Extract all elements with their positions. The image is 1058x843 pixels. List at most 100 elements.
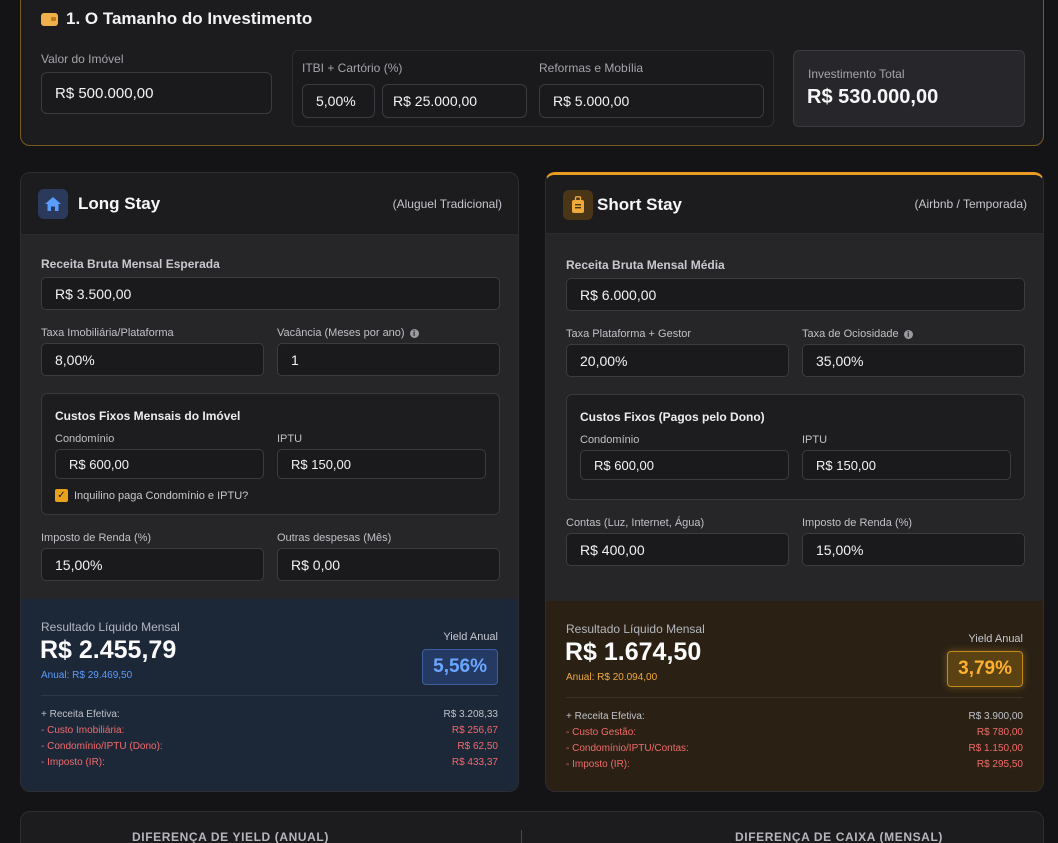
tenant-pays-label: Inquilino paga Condomínio e IPTU? — [74, 489, 249, 502]
short-condo-input[interactable]: R$ 600,00 — [580, 450, 789, 480]
breakdown-row: - Condomínio/IPTU (Dono): R$ 62,50 — [41, 741, 498, 752]
breakdown-label: - Condomínio/IPTU/Contas: — [566, 743, 689, 754]
long-stay-card: Long Stay (Aluguel Tradicional) Receita … — [20, 172, 519, 792]
itbi-label: ITBI + Cartório (%) — [302, 61, 403, 75]
yield-difference-label: DIFERENÇA DE YIELD (ANUAL) — [132, 830, 329, 843]
breakdown-value: R$ 780,00 — [976, 727, 1023, 738]
breakdown-row: + Receita Efetiva: R$ 3.208,33 — [41, 709, 498, 720]
breakdown-label: + Receita Efetiva: — [566, 711, 645, 722]
breakdown-row: + Receita Efetiva: R$ 3.900,00 — [566, 711, 1023, 722]
short-result-value: R$ 1.674,50 — [565, 638, 702, 666]
short-bills-input[interactable]: R$ 400,00 — [566, 533, 789, 566]
total-investment-value: R$ 530.000,00 — [807, 86, 939, 108]
short-tax-label: Imposto de Renda (%) — [802, 517, 913, 529]
property-value-label: Valor do Imóvel — [41, 52, 124, 66]
short-condo-label: Condomínio — [580, 434, 640, 446]
breakdown-label: - Imposto (IR): — [41, 757, 105, 768]
short-fee-input[interactable]: 20,00% — [566, 344, 789, 377]
long-vacancy-input[interactable]: 1 — [277, 343, 500, 376]
long-yield-badge: 5,56% — [422, 649, 498, 685]
long-fixed-costs: Custos Fixos Mensais do Imóvel Condomíni… — [41, 393, 500, 515]
long-fee-label: Taxa Imobiliária/Plataforma — [41, 327, 174, 339]
long-gross-label: Receita Bruta Mensal Esperada — [41, 257, 220, 271]
short-iptu-input[interactable]: R$ 150,00 — [802, 450, 1011, 480]
difference-card: DIFERENÇA DE YIELD (ANUAL) DIFERENÇA DE … — [20, 811, 1044, 843]
breakdown-value: R$ 1.150,00 — [968, 743, 1024, 754]
divider — [521, 830, 522, 843]
breakdown-row: - Imposto (IR): R$ 295,50 — [566, 759, 1023, 770]
short-gross-input[interactable]: R$ 6.000,00 — [566, 278, 1025, 311]
short-yield-label: Yield Anual — [968, 633, 1023, 645]
breakdown-value: R$ 3.208,33 — [443, 709, 499, 720]
long-stay-header: Long Stay (Aluguel Tradicional) — [21, 173, 518, 235]
long-fee-input[interactable]: 8,00% — [41, 343, 264, 376]
breakdown-label: - Custo Gestão: — [566, 727, 637, 738]
checkmark-icon[interactable]: ✓ — [55, 489, 68, 502]
breakdown-label: - Condomínio/IPTU (Dono): — [41, 741, 163, 752]
short-idle-input[interactable]: 35,00% — [802, 344, 1025, 377]
long-condo-input[interactable]: R$ 600,00 — [55, 449, 264, 479]
long-stay-subtitle: (Aluguel Tradicional) — [392, 197, 502, 211]
fees-group: ITBI + Cartório (%) 5,00% R$ 25.000,00 R… — [292, 50, 774, 127]
short-stay-card: Short Stay (Airbnb / Temporada) Receita … — [545, 172, 1044, 792]
breakdown-row: - Custo Gestão: R$ 780,00 — [566, 727, 1023, 738]
info-icon[interactable]: i — [903, 329, 913, 339]
long-stay-result: Resultado Líquido Mensal R$ 2.455,79 Anu… — [21, 599, 518, 791]
long-annual-value: Anual: R$ 29.469,50 — [41, 670, 133, 681]
long-result-label: Resultado Líquido Mensal — [41, 620, 180, 634]
renovation-input[interactable]: R$ 5.000,00 — [539, 84, 764, 118]
investment-title: 1. O Tamanho do Investimento — [41, 9, 312, 29]
long-yield-label: Yield Anual — [443, 631, 498, 643]
short-yield-badge: 3,79% — [947, 651, 1023, 687]
long-other-label: Outras despesas (Mês) — [277, 532, 392, 544]
long-fixed-title: Custos Fixos Mensais do Imóvel — [55, 409, 241, 423]
long-iptu-label: IPTU — [277, 433, 303, 445]
breakdown-value: R$ 433,37 — [451, 757, 498, 768]
itbi-amount-input[interactable]: R$ 25.000,00 — [382, 84, 527, 118]
house-icon — [38, 189, 68, 219]
tenant-pays-checkbox[interactable]: ✓ Inquilino paga Condomínio e IPTU? — [55, 489, 248, 502]
renovation-label: Reformas e Mobília — [539, 61, 644, 75]
long-vacancy-label-text: Vacância (Meses por ano) — [277, 327, 405, 339]
short-result-label: Resultado Líquido Mensal — [566, 622, 705, 636]
divider — [566, 697, 1023, 698]
breakdown-row: - Custo Imobiliária: R$ 256,67 — [41, 725, 498, 736]
short-fixed-costs: Custos Fixos (Pagos pelo Dono) Condomíni… — [566, 394, 1025, 500]
short-iptu-label: IPTU — [802, 434, 828, 446]
property-value-input[interactable]: R$ 500.000,00 — [41, 72, 272, 114]
breakdown-value: R$ 295,50 — [976, 759, 1023, 770]
long-vacancy-label: Vacância (Meses por ano) i — [277, 327, 419, 339]
investment-card: 1. O Tamanho do Investimento Valor do Im… — [20, 0, 1044, 146]
info-icon[interactable]: i — [409, 328, 419, 338]
cash-difference-label: DIFERENÇA DE CAIXA (MENSAL) — [735, 830, 943, 843]
wallet-icon — [41, 12, 58, 26]
luggage-icon — [563, 190, 593, 220]
breakdown-row: - Imposto (IR): R$ 433,37 — [41, 757, 498, 768]
breakdown-label: - Imposto (IR): — [566, 759, 630, 770]
long-stay-form: Receita Bruta Mensal Esperada R$ 3.500,0… — [21, 235, 518, 601]
divider — [41, 695, 498, 696]
long-tax-label: Imposto de Renda (%) — [41, 532, 152, 544]
long-condo-label: Condomínio — [55, 433, 115, 445]
breakdown-value: R$ 62,50 — [457, 741, 498, 752]
long-tax-input[interactable]: 15,00% — [41, 548, 264, 581]
long-stay-title: Long Stay — [78, 194, 161, 213]
short-stay-subtitle: (Airbnb / Temporada) — [914, 197, 1028, 211]
short-stay-result: Resultado Líquido Mensal R$ 1.674,50 Anu… — [546, 601, 1043, 791]
total-investment-label: Investimento Total — [808, 67, 905, 81]
short-fee-label: Taxa Plataforma + Gestor — [566, 328, 692, 340]
long-iptu-input[interactable]: R$ 150,00 — [277, 449, 486, 479]
short-fixed-title: Custos Fixos (Pagos pelo Dono) — [580, 410, 765, 424]
total-investment: Investimento Total R$ 530.000,00 — [793, 50, 1025, 127]
short-tax-input[interactable]: 15,00% — [802, 533, 1025, 566]
long-gross-input[interactable]: R$ 3.500,00 — [41, 277, 500, 310]
breakdown-row: - Condomínio/IPTU/Contas: R$ 1.150,00 — [566, 743, 1023, 754]
short-idle-label: Taxa de Ociosidade i — [802, 328, 913, 340]
investment-title-text: 1. O Tamanho do Investimento — [66, 9, 313, 28]
breakdown-value: R$ 3.900,00 — [968, 711, 1024, 722]
itbi-percent-input[interactable]: 5,00% — [302, 84, 375, 118]
long-other-input[interactable]: R$ 0,00 — [277, 548, 500, 581]
short-stay-form: Receita Bruta Mensal Média R$ 6.000,00 T… — [546, 234, 1043, 605]
short-stay-header: Short Stay (Airbnb / Temporada) — [546, 175, 1043, 234]
short-gross-label: Receita Bruta Mensal Média — [566, 258, 725, 272]
